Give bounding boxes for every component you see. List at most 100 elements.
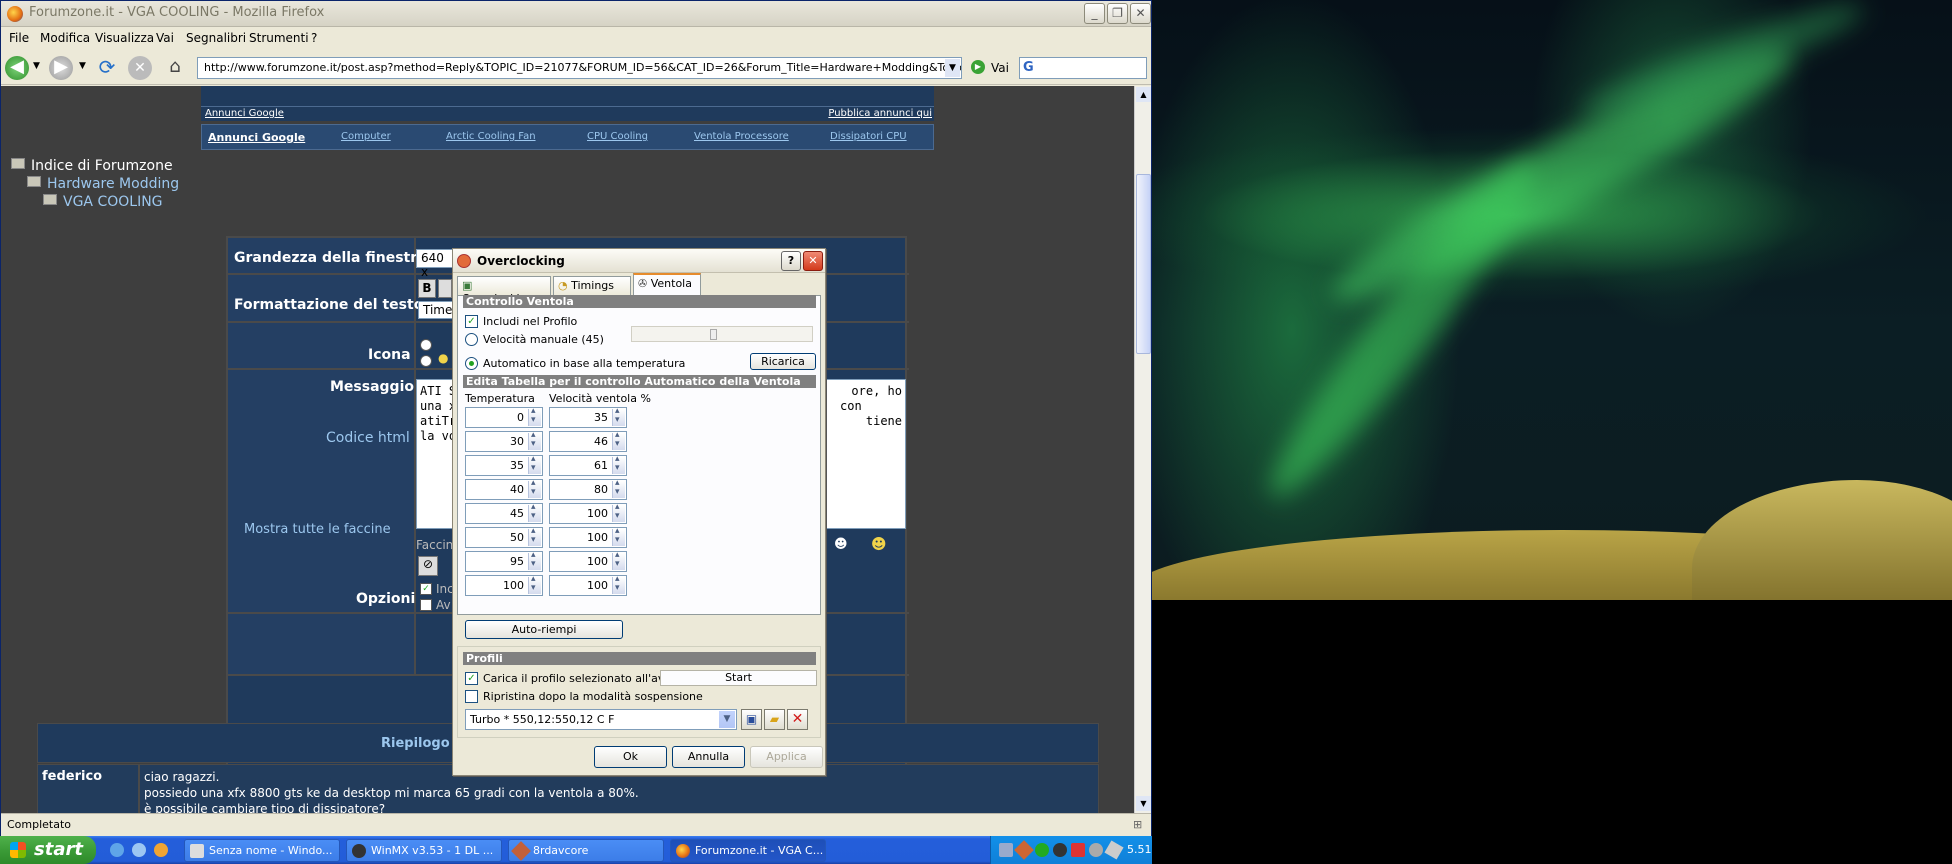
ads-google-link[interactable]: Annunci Google	[205, 108, 284, 119]
taskbar-item-active[interactable]: Forumzone.it - VGA C...	[670, 839, 826, 862]
attachment-icon[interactable]: ⊘	[418, 556, 438, 576]
menu-vai[interactable]: Vai	[156, 31, 174, 45]
restore-sleep-checkbox[interactable]	[465, 690, 478, 703]
menu-segnalibri[interactable]: Segnalibri	[186, 31, 246, 45]
start-button[interactable]: start	[0, 836, 96, 864]
temp-spinner[interactable]: 50	[465, 526, 543, 548]
quicklaunch-icon[interactable]	[110, 843, 124, 857]
manual-speed-radio[interactable]	[465, 333, 478, 346]
forward-history-icon[interactable]: ▼	[79, 61, 86, 71]
taskbar-item[interactable]: WinMX v3.53 - 1 DL ...	[346, 839, 502, 862]
spinner-arrows-icon[interactable]	[612, 406, 625, 426]
delete-profile-icon[interactable]: ✕	[787, 709, 808, 730]
tray-icon[interactable]	[999, 843, 1013, 857]
open-profile-icon[interactable]: ▰	[764, 709, 785, 730]
menu-strumenti[interactable]: Strumenti	[249, 31, 309, 45]
temp-spinner[interactable]: 100	[465, 574, 543, 596]
cancel-button[interactable]: Annulla	[672, 746, 745, 768]
spinner-arrows-icon[interactable]	[612, 574, 625, 594]
spinner-arrows-icon[interactable]	[612, 526, 625, 546]
scroll-thumb[interactable]	[1136, 174, 1151, 354]
temp-spinner[interactable]: 95	[465, 550, 543, 572]
temp-spinner[interactable]: 30	[465, 430, 543, 452]
spinner-arrows-icon[interactable]	[612, 502, 625, 522]
apply-button[interactable]: Applica	[750, 746, 823, 768]
smiley-icon[interactable]: ☻	[834, 537, 848, 552]
maximize-button[interactable]: ❐	[1107, 3, 1128, 24]
speed-spinner[interactable]: 100	[549, 550, 627, 572]
spinner-arrows-icon[interactable]	[528, 430, 541, 450]
tray-icon[interactable]	[1035, 843, 1049, 857]
quicklaunch-icon[interactable]	[132, 843, 146, 857]
temp-spinner[interactable]: 0	[465, 406, 543, 428]
ok-button[interactable]: Ok	[594, 746, 667, 768]
spinner-arrows-icon[interactable]	[528, 478, 541, 498]
go-icon[interactable]: ▶	[971, 60, 985, 74]
fan-speed-slider[interactable]	[631, 326, 813, 342]
dialog-close-button[interactable]: ✕	[803, 251, 823, 271]
spinner-arrows-icon[interactable]	[528, 550, 541, 570]
icon-radio[interactable]	[420, 339, 432, 351]
post-author[interactable]: federico	[42, 769, 102, 784]
breadcrumb-forum-index[interactable]: Indice di Forumzone	[31, 158, 173, 174]
smiley-icon[interactable]: ☻	[871, 535, 887, 553]
menu-help[interactable]: ?	[311, 31, 317, 45]
window-size-select[interactable]: 640 x	[416, 249, 456, 279]
label-show-smileys[interactable]: Mostra tutte le faccine	[244, 522, 391, 537]
startup-profile-field[interactable]: Start	[660, 670, 817, 686]
temp-spinner[interactable]: 35	[465, 454, 543, 476]
include-profile-checkbox[interactable]: ✓	[465, 315, 478, 328]
save-profile-icon[interactable]: ▣	[741, 709, 762, 730]
close-button[interactable]: ✕	[1130, 3, 1151, 24]
option-checkbox[interactable]: ✓	[420, 583, 432, 595]
speed-spinner[interactable]: 100	[549, 502, 627, 524]
label-html-code[interactable]: Codice html	[326, 430, 410, 446]
breadcrumb-hardware-modding[interactable]: Hardware Modding	[47, 176, 179, 192]
temp-spinner[interactable]: 40	[465, 478, 543, 500]
home-icon[interactable]: ⌂	[163, 56, 187, 80]
speed-spinner[interactable]: 46	[549, 430, 627, 452]
icon-radio[interactable]	[420, 355, 432, 367]
spinner-arrows-icon[interactable]	[528, 526, 541, 546]
speed-spinner[interactable]: 100	[549, 574, 627, 596]
back-icon[interactable]: ◀	[5, 56, 29, 80]
bold-button[interactable]: B	[418, 279, 436, 298]
tray-icon[interactable]	[1104, 840, 1124, 860]
quicklaunch-icon[interactable]	[154, 843, 168, 857]
ad-link[interactable]: Computer	[341, 131, 391, 142]
ad-link[interactable]: Dissipatori CPU	[830, 131, 907, 142]
profile-select[interactable]: Turbo * 550,12:550,12 C F ▼	[465, 709, 737, 730]
taskbar-item[interactable]: Senza nome - Windo...	[184, 839, 340, 862]
reload-icon[interactable]: ⟳	[95, 56, 119, 80]
tab-ventola[interactable]: ✇ Ventola	[633, 273, 701, 296]
scroll-up-icon[interactable]: ▲	[1136, 87, 1151, 102]
url-bar[interactable]: http://www.forumzone.it/post.asp?method=…	[197, 57, 962, 79]
speed-spinner[interactable]: 100	[549, 526, 627, 548]
italic-button[interactable]	[438, 279, 452, 298]
option-checkbox[interactable]	[420, 599, 432, 611]
autofill-button[interactable]: Auto-riempi	[465, 620, 623, 639]
breadcrumb-vga-cooling[interactable]: VGA COOLING	[63, 194, 163, 210]
ad-link[interactable]: Arctic Cooling Fan	[446, 131, 536, 142]
spinner-arrows-icon[interactable]	[528, 406, 541, 426]
speed-spinner[interactable]: 80	[549, 478, 627, 500]
search-input[interactable]: G	[1019, 57, 1147, 79]
forward-icon[interactable]: ▶	[49, 56, 73, 80]
scroll-down-icon[interactable]: ▼	[1136, 796, 1151, 811]
slider-thumb[interactable]	[710, 329, 717, 340]
url-dropdown-icon[interactable]: ▼	[945, 59, 960, 77]
ad-link[interactable]: Ventola Processore	[694, 131, 789, 142]
tray-icon[interactable]	[1089, 843, 1103, 857]
spinner-arrows-icon[interactable]	[528, 454, 541, 474]
menu-modifica[interactable]: Modifica	[40, 31, 90, 45]
resize-grip-icon[interactable]: ⊞	[1133, 818, 1142, 831]
speed-spinner[interactable]: 35	[549, 406, 627, 428]
ad-link[interactable]: CPU Cooling	[587, 131, 648, 142]
spinner-arrows-icon[interactable]	[528, 502, 541, 522]
chevron-down-icon[interactable]: ▼	[719, 711, 735, 728]
spinner-arrows-icon[interactable]	[612, 550, 625, 570]
clock[interactable]: 5.51	[1127, 843, 1152, 856]
spinner-arrows-icon[interactable]	[612, 430, 625, 450]
menu-file[interactable]: File	[9, 31, 29, 45]
speed-spinner[interactable]: 61	[549, 454, 627, 476]
